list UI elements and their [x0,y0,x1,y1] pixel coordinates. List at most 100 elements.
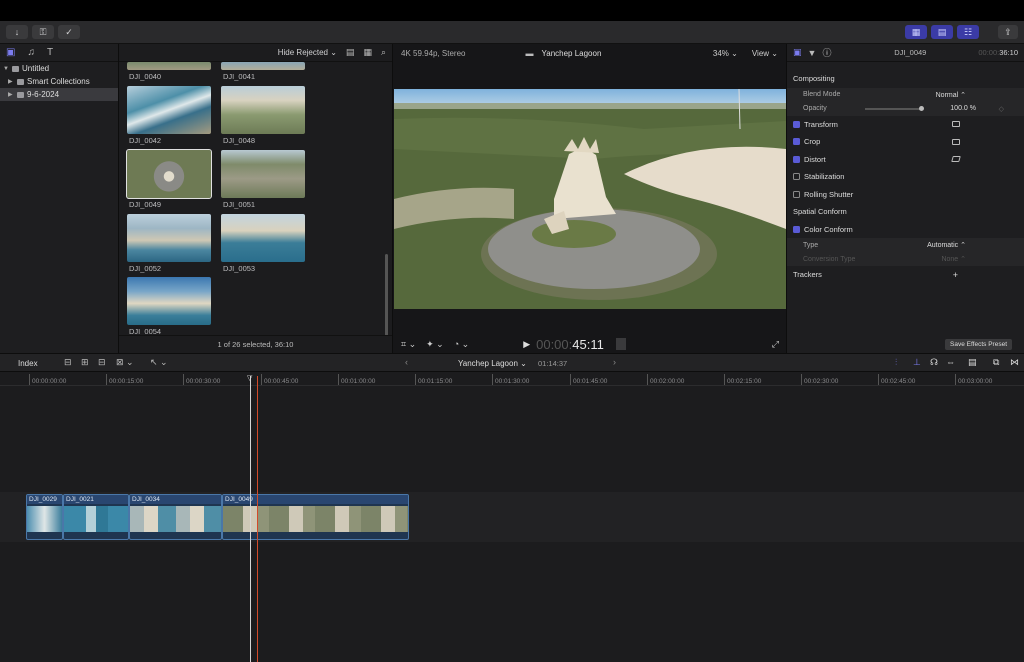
transform-checkbox[interactable] [793,120,800,128]
type-popup[interactable]: Automatic ⌃ [927,241,966,249]
color-conform-section[interactable]: Color Conform [787,221,1024,239]
browser-clip[interactable]: DJI_0048 [221,86,305,145]
filmstrip-view-icon[interactable]: ▦ [363,47,372,58]
clip-thumbnail[interactable] [126,149,212,199]
info-inspector-icon[interactable]: ⓘ [822,46,831,59]
import-button[interactable]: ↓ [6,25,28,39]
add-tracker-icon[interactable]: + [953,270,958,280]
effect-crop[interactable]: Crop [787,133,1024,151]
show-inspector-button[interactable]: ☷ [957,25,979,39]
stabilization-checkbox[interactable] [793,173,800,181]
enhancements-icon[interactable]: ✦ ⌄ [426,339,444,350]
view-popup[interactable]: View ⌄ [752,49,778,58]
transitions-browser-icon[interactable]: ⋈ [1010,357,1019,368]
forward-arrow-icon[interactable]: › [613,357,616,367]
clip-appearance-icon[interactable]: ▤ [346,47,355,58]
clip-thumbnail[interactable] [221,214,305,262]
index-button[interactable]: Index [18,359,38,368]
rolling-shutter-checkbox[interactable] [793,190,800,198]
browser-clip[interactable]: DJI_0042 [127,86,211,145]
clip-thumbnail[interactable] [221,62,305,70]
color-conform-checkbox[interactable] [793,225,800,233]
browser-scrollbar[interactable] [385,254,388,336]
effect-rolling-shutter[interactable]: Rolling Shutter [787,186,1024,204]
effect-distort[interactable]: Distort [787,151,1024,169]
browser-clip[interactable]: DJI_0040 [127,62,211,81]
clip-name: DJI_0051 [223,200,256,209]
audio-skimming-icon[interactable]: ⫶ [895,357,897,368]
search-icon[interactable]: ⌕ [381,47,386,58]
fullscreen-icon[interactable]: ⤢ [772,339,779,350]
show-timeline-button[interactable]: ▤ [931,25,953,39]
library-event-9-6-2024[interactable]: ▶ 9-6-2024 [0,88,118,101]
clip-appearance-icon[interactable]: ▤ [968,357,977,368]
opacity-field[interactable]: 100.0 % [950,105,976,112]
transform-icon[interactable] [952,121,960,128]
filter-inspector-icon[interactable]: ▼ [808,48,817,58]
photos-audio-icon[interactable]: ♫ [27,47,35,58]
back-arrow-icon[interactable]: ‹ [405,357,408,367]
timeline-clip[interactable]: DJI_0021 [63,494,129,540]
clip-thumbnail[interactable] [221,150,305,198]
distort-icon[interactable] [951,156,961,163]
keywords-button[interactable]: ⚿ [32,25,54,39]
library-smart-collections[interactable]: ▶ Smart Collections [0,75,118,88]
conversion-type-popup[interactable]: None ⌃ [941,255,966,263]
project-popup[interactable]: Yanchep Lagoon ⌄ [458,359,527,368]
timeline-ruler[interactable]: 00:00:00:00 00:00:15:00 00:00:30:00 00:0… [0,372,1024,386]
skimming-icon[interactable]: ⊥ [913,357,921,368]
effects-browser-icon[interactable]: ⧉ [993,357,999,368]
clip-thumbnail[interactable] [127,277,211,325]
effect-stabilization[interactable]: Stabilization [787,168,1024,186]
libraries-icon[interactable]: ▣ [6,47,15,58]
timeline-clip[interactable]: DJI_0034 [129,494,222,540]
playhead[interactable]: ▽ [247,374,252,662]
clip-thumbnail[interactable] [127,86,211,134]
effect-transform[interactable]: Transform [787,116,1024,134]
spatial-conform-section[interactable]: Spatial Conform [787,203,1024,221]
snapping-icon[interactable]: ⇔ [946,357,955,367]
crop-checkbox[interactable] [793,138,800,146]
background-tasks-button[interactable]: ✓ [58,25,80,39]
video-inspector-icon[interactable]: ▣ [793,47,802,58]
distort-checkbox[interactable] [793,155,800,163]
opacity-knob[interactable] [919,105,924,111]
select-tool-icon[interactable]: ↖ ⌄ [150,357,168,368]
library-untitled[interactable]: ▼ Untitled [0,62,118,75]
crop-icon[interactable] [952,138,960,145]
browser-clip[interactable]: DJI_0052 [127,214,211,273]
compositing-section[interactable]: Compositing [787,70,1024,88]
browser-clip[interactable]: DJI_0051 [221,150,305,209]
browser-clip[interactable]: DJI_0053 [221,214,305,273]
viewer-image[interactable] [394,89,786,309]
browser-clip-selected[interactable]: DJI_0049 [126,149,212,209]
transform-tool-icon[interactable]: ⌗ ⌄ [401,339,416,350]
append-clip-icon[interactable]: ⊟ [98,357,106,368]
filter-popup[interactable]: Hide Rejected ⌄ [278,48,337,57]
clip-thumbnail[interactable] [221,86,305,134]
keyframe-icon[interactable]: ◇ [999,105,1004,113]
browser-clip[interactable]: DJI_0054 [127,277,211,336]
show-browser-button[interactable]: ▦ [905,25,927,39]
headphones-icon[interactable]: ☊ [930,357,938,368]
zoom-popup[interactable]: 34% ⌄ [713,49,738,58]
clip-thumbnail[interactable] [127,214,211,262]
disclosure-closed-icon[interactable]: ▶ [8,78,14,85]
browser-clip[interactable]: DJI_0041 [221,62,305,81]
titles-generators-icon[interactable]: T [47,47,53,58]
timeline[interactable]: DJI_0029 DJI_0021 DJI_0034 DJI_0049 [0,386,1024,662]
overwrite-clip-icon[interactable]: ⊠ ⌄ [116,357,134,368]
opacity-slider[interactable] [865,107,923,110]
playhead-handle-icon[interactable]: ▽ [247,374,252,382]
disclosure-closed-icon[interactable]: ▶ [8,91,14,98]
insert-clip-icon[interactable]: ⊞ [81,357,89,368]
timeline-clip[interactable]: DJI_0029 [26,494,63,540]
connect-clip-icon[interactable]: ⊟ [64,357,72,368]
clip-thumbnail[interactable] [127,62,211,70]
play-icon[interactable]: ▶ [523,339,530,350]
speed-icon[interactable]: ◔ ⌄ [454,339,469,350]
disclosure-open-icon[interactable]: ▼ [3,66,9,72]
save-effects-preset-button[interactable]: Save Effects Preset [945,339,1012,350]
blend-mode-popup[interactable]: Normal ⌃ [936,91,966,99]
share-button[interactable]: ⇪ [998,25,1018,39]
